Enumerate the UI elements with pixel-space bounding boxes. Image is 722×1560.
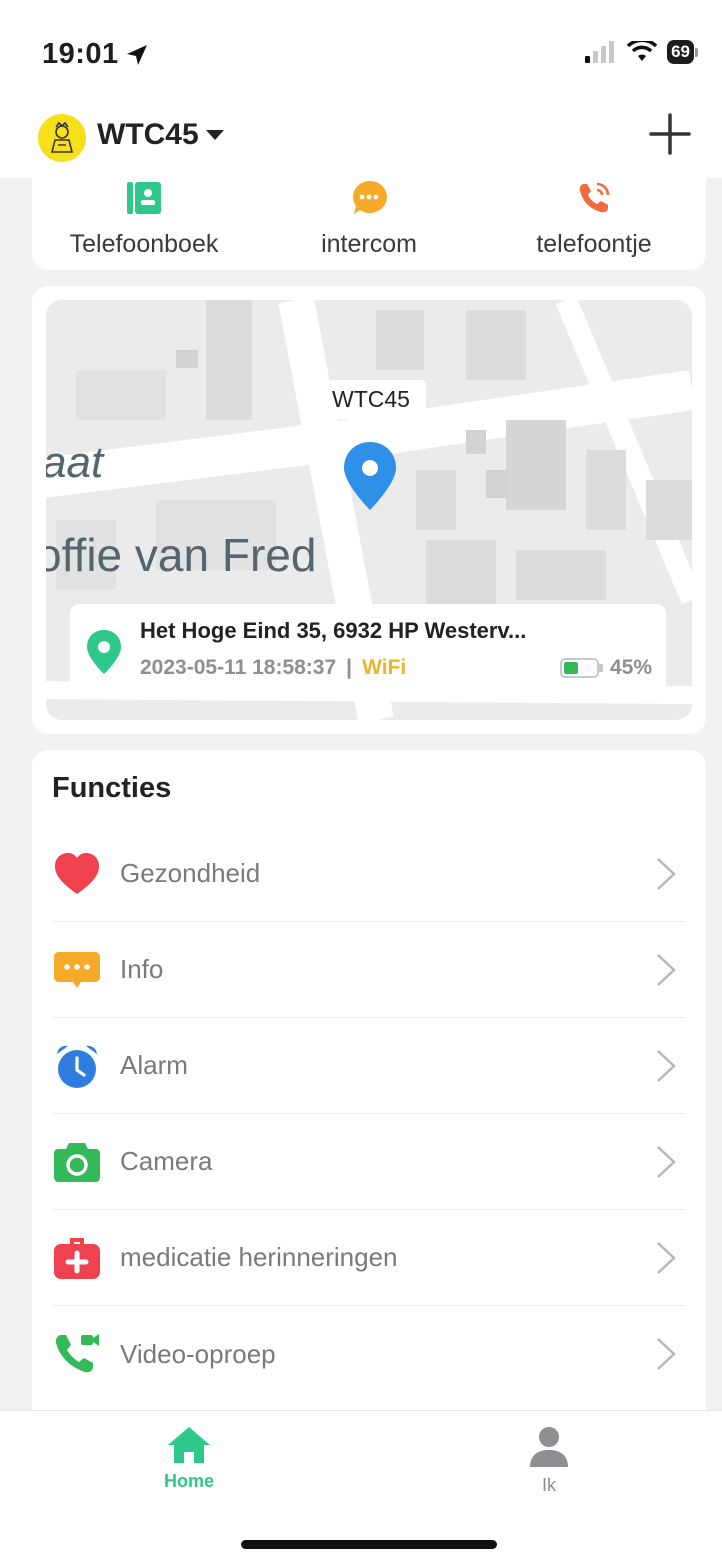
chevron-right-icon <box>657 857 676 890</box>
app-header: WTC45 <box>0 100 722 178</box>
location-pin-icon <box>87 630 121 674</box>
function-row-video-call[interactable]: Video-oproep <box>52 1306 686 1402</box>
function-label: Gezondheid <box>120 858 261 888</box>
map-street-fragment: aat <box>46 438 104 487</box>
chat-bubble-icon <box>353 180 387 214</box>
connection-type: WiFi <box>362 656 407 679</box>
device-name: WTC45 <box>97 118 199 151</box>
tab-bar: Home Ik <box>0 1410 722 1560</box>
location-info-panel[interactable]: Het Hoge Eind 35, 6932 HP Westerv... 202… <box>70 604 666 696</box>
quick-action-call[interactable]: telefoontje <box>484 178 704 259</box>
quick-action-label: intercom <box>321 230 417 258</box>
location-address: Het Hoge Eind 35, 6932 HP Westerv... <box>140 618 527 643</box>
location-arrow-icon <box>126 44 147 65</box>
map-street-name: offie van Fred <box>46 529 317 581</box>
function-row-health[interactable]: Gezondheid <box>52 826 686 922</box>
camera-icon <box>54 1142 100 1182</box>
user-icon <box>530 1427 568 1467</box>
location-timestamp: 2023-05-11 18:58:37 <box>140 656 337 679</box>
meta-separator: | <box>346 656 353 679</box>
caret-down-icon <box>205 130 224 140</box>
tab-home[interactable]: Home <box>129 1425 249 1492</box>
function-row-info[interactable]: Info <box>52 922 686 1018</box>
location-card: aat offie van Fred WTC45 Het Hoge Eind 3… <box>32 286 706 734</box>
medical-kit-icon <box>54 1237 100 1279</box>
device-battery-percent: 45% <box>609 656 652 679</box>
home-indicator <box>241 1540 497 1549</box>
device-avatar[interactable] <box>38 114 86 162</box>
chevron-right-icon <box>657 1338 676 1370</box>
function-row-medication[interactable]: medicatie herinneringen <box>52 1210 686 1306</box>
map-marker-icon[interactable] <box>340 440 400 512</box>
tab-me[interactable]: Ik <box>489 1425 609 1496</box>
quick-action-phonebook[interactable]: Telefoonboek <box>34 178 254 259</box>
function-label: Camera <box>120 1146 213 1176</box>
map-device-label: WTC45 <box>316 380 426 419</box>
contact-book-icon <box>127 182 161 214</box>
function-label: Info <box>120 954 164 984</box>
status-time-text: 19:01 <box>42 38 119 70</box>
battery-tip <box>695 47 698 57</box>
add-device-button[interactable] <box>648 112 692 156</box>
chevron-right-icon <box>657 1241 676 1274</box>
signal-icon <box>585 41 615 63</box>
functions-card: Functies Gezondheid Info Alarm Camera me… <box>32 750 706 1410</box>
tab-home-label: Home <box>163 1471 214 1491</box>
heart-icon <box>55 852 99 894</box>
video-call-icon <box>55 1334 99 1373</box>
status-time: 19:01 <box>42 38 149 71</box>
battery-indicator: 69 <box>667 40 694 64</box>
quick-action-label: telefoontje <box>536 230 652 258</box>
quick-actions-card: Telefoonboek intercom telefoontje <box>32 168 706 270</box>
quick-action-label: Telefoonboek <box>69 230 219 258</box>
phone-call-icon <box>579 182 610 213</box>
functions-title: Functies <box>52 772 172 804</box>
status-bar: 19:01 69 <box>0 0 722 100</box>
map-view[interactable]: aat offie van Fred WTC45 Het Hoge Eind 3… <box>46 300 692 720</box>
status-indicators: 69 <box>585 40 698 64</box>
function-label: medicatie herinneringen <box>120 1242 398 1272</box>
wifi-icon <box>627 41 658 61</box>
message-icon <box>54 951 100 988</box>
location-meta: 2023-05-11 18:58:37 | WiFi <box>140 656 406 680</box>
function-row-camera[interactable]: Camera <box>52 1114 686 1210</box>
battery-icon <box>559 658 603 678</box>
home-icon <box>168 1427 210 1463</box>
alarm-clock-icon <box>57 1045 97 1088</box>
avatar-character-icon <box>50 121 74 153</box>
quick-action-intercom[interactable]: intercom <box>259 178 479 259</box>
function-label: Video-oproep <box>120 1338 276 1369</box>
chevron-right-icon <box>657 953 676 986</box>
chevron-right-icon <box>657 1145 676 1178</box>
function-row-alarm[interactable]: Alarm <box>52 1018 686 1114</box>
function-label: Alarm <box>120 1050 188 1080</box>
chevron-right-icon <box>657 1049 676 1082</box>
tab-me-label: Ik <box>541 1475 556 1495</box>
device-selector[interactable]: WTC45 <box>97 118 225 152</box>
device-battery: 45% <box>559 656 652 680</box>
